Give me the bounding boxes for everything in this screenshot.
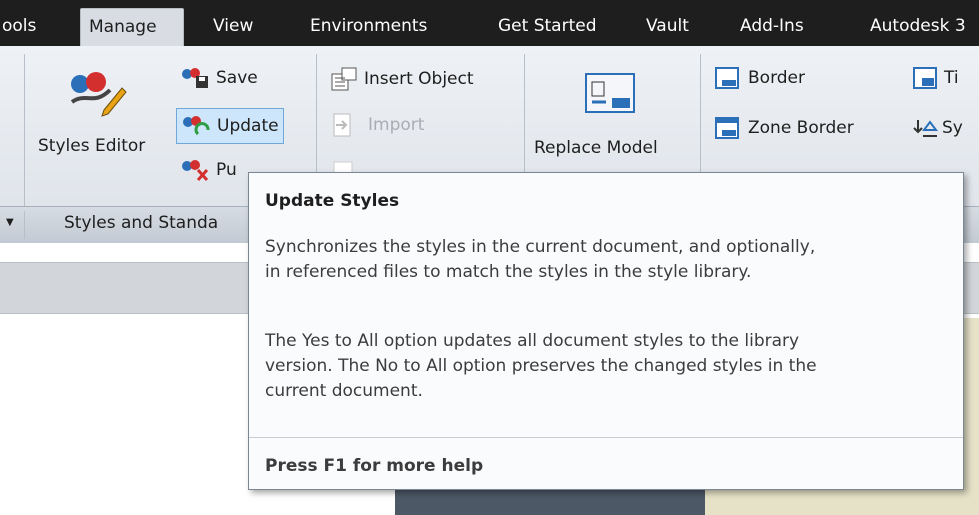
tooltip-description-line: Synchronizes the styles in the current d…: [265, 237, 816, 257]
update-styles-tooltip: Update Styles Synchronizes the styles in…: [248, 172, 964, 490]
symbol-label: Sy: [942, 118, 963, 138]
insert-object-icon: [331, 67, 357, 91]
tooltip-title: Update Styles: [265, 191, 400, 211]
zone-border-icon: [715, 117, 739, 139]
tab-vault[interactable]: Vault: [646, 6, 689, 46]
zone-border-button[interactable]: Zone Border: [714, 116, 854, 140]
tooltip-detail: The Yes to All option updates all docume…: [265, 329, 955, 404]
update-styles-button[interactable]: Update: [176, 108, 284, 144]
replace-model-icon[interactable]: [584, 70, 636, 116]
title-block-icon: [913, 67, 937, 89]
border-label: Border: [748, 68, 805, 88]
styles-editor-button[interactable]: Styles Editor: [38, 136, 145, 156]
tab-manage[interactable]: Manage: [80, 8, 184, 46]
tooltip-description-line: in referenced files to match the styles …: [265, 262, 752, 282]
save-styles-button[interactable]: Save: [180, 66, 258, 90]
replace-model-button[interactable]: Replace Model: [534, 138, 658, 158]
tooltip-divider: [249, 437, 963, 438]
panel-divider: [24, 54, 25, 206]
insert-object-label: Insert Object: [364, 69, 474, 89]
save-styles-icon: [182, 68, 208, 88]
tab-environments[interactable]: Environments: [310, 6, 427, 46]
purge-label: Pu: [216, 160, 237, 180]
insert-object-button[interactable]: Insert Object: [330, 66, 474, 92]
update-styles-icon: [183, 116, 210, 136]
panel-title-styles-and-standards[interactable]: Styles and Standa: [64, 213, 218, 233]
styles-editor-icon[interactable]: [64, 62, 128, 118]
tooltip-detail-line: current document.: [265, 381, 423, 401]
import-icon: [333, 113, 351, 137]
tab-tools[interactable]: ools: [2, 6, 36, 46]
tooltip-help-text: Press F1 for more help: [265, 456, 484, 476]
purge-styles-icon: [182, 160, 209, 182]
tooltip-detail-line: version. The No to All option preserves …: [265, 356, 817, 376]
border-icon: [715, 67, 739, 89]
import-button[interactable]: Import: [330, 112, 424, 138]
tooltip-description: Synchronizes the styles in the current d…: [265, 235, 955, 285]
zone-border-label: Zone Border: [748, 118, 854, 138]
title-block-button[interactable]: Ti: [912, 66, 959, 90]
purge-styles-button[interactable]: Pu: [180, 158, 237, 182]
tab-view[interactable]: View: [213, 6, 253, 46]
tooltip-detail-line: The Yes to All option updates all docume…: [265, 331, 800, 351]
tab-add-ins[interactable]: Add-Ins: [740, 6, 804, 46]
symbol-icon: [913, 120, 938, 137]
symbol-button[interactable]: Sy: [912, 116, 963, 140]
ribbon-tab-bar: ools Manage View Environments Get Starte…: [0, 0, 979, 46]
update-label: Update: [217, 116, 279, 136]
panel-dropdown-arrow-icon[interactable]: ▼: [6, 217, 14, 228]
save-label: Save: [216, 68, 258, 88]
tab-get-started[interactable]: Get Started: [498, 6, 596, 46]
tab-autodesk[interactable]: Autodesk 3: [870, 6, 966, 46]
panel-divider: [24, 211, 25, 239]
border-button[interactable]: Border: [714, 66, 805, 90]
title-block-label: Ti: [944, 68, 959, 88]
import-label: Import: [368, 115, 425, 135]
